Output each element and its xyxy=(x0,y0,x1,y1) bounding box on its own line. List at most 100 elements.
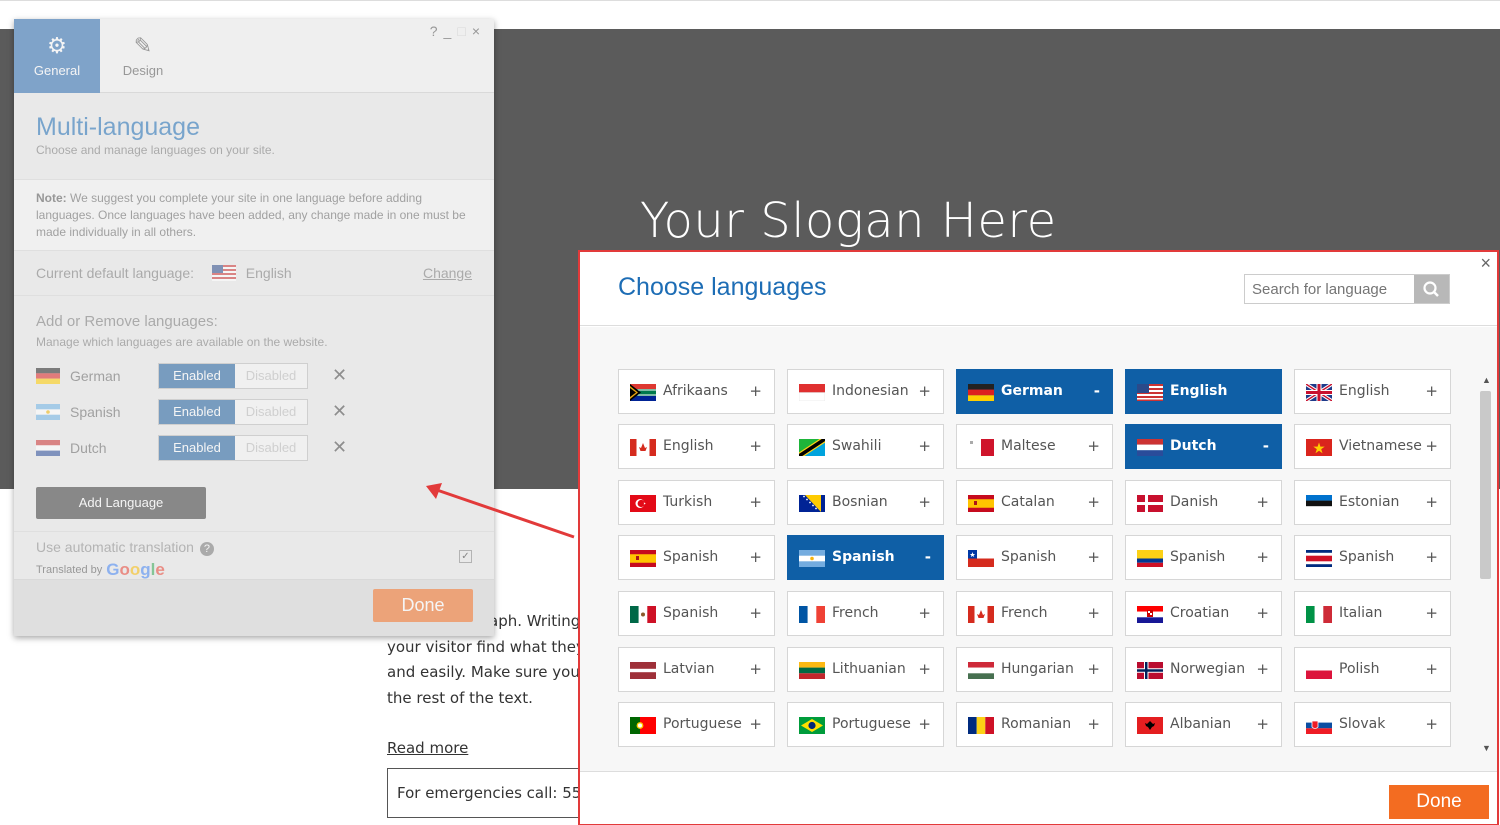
add-language-icon[interactable]: + xyxy=(1087,715,1100,733)
language-card[interactable]: Hungarian + xyxy=(956,647,1113,692)
language-card[interactable]: Estonian + xyxy=(1294,480,1451,525)
add-language-icon[interactable]: + xyxy=(1256,715,1269,733)
search-input[interactable] xyxy=(1245,275,1415,303)
add-language-icon[interactable]: + xyxy=(749,715,762,733)
enable-toggle[interactable]: Enabled Disabled xyxy=(158,399,308,425)
add-language-icon[interactable]: + xyxy=(1425,548,1438,566)
add-language-icon[interactable]: + xyxy=(1087,548,1100,566)
language-card[interactable]: Dutch - xyxy=(1125,424,1282,469)
disabled-option[interactable]: Disabled xyxy=(235,400,307,424)
add-language-icon[interactable]: + xyxy=(1425,437,1438,455)
language-card[interactable]: French + xyxy=(956,591,1113,636)
add-language-icon[interactable]: + xyxy=(1425,604,1438,622)
add-language-icon[interactable]: + xyxy=(1087,437,1100,455)
language-card[interactable]: Latvian + xyxy=(618,647,775,692)
scroll-thumb[interactable] xyxy=(1480,391,1491,579)
add-language-icon[interactable]: + xyxy=(1425,493,1438,511)
tab-general[interactable]: ⚙ General xyxy=(14,19,100,93)
add-language-icon[interactable]: + xyxy=(749,437,762,455)
add-language-icon[interactable]: + xyxy=(1256,604,1269,622)
language-card[interactable]: Spanish - xyxy=(787,535,944,580)
remove-language-icon[interactable]: - xyxy=(1094,382,1100,400)
language-card[interactable]: French + xyxy=(787,591,944,636)
add-language-icon[interactable]: + xyxy=(1425,660,1438,678)
add-language-icon[interactable]: + xyxy=(918,493,931,511)
language-card[interactable]: Norwegian + xyxy=(1125,647,1282,692)
dialog-done-button[interactable]: Done xyxy=(1389,785,1489,819)
enabled-option[interactable]: Enabled xyxy=(159,400,235,424)
enable-toggle[interactable]: Enabled Disabled xyxy=(158,435,308,461)
language-card[interactable]: Indonesian + xyxy=(787,369,944,414)
language-card[interactable]: Spanish + xyxy=(1125,535,1282,580)
enabled-option[interactable]: Enabled xyxy=(159,436,235,460)
language-card[interactable]: Turkish + xyxy=(618,480,775,525)
add-language-icon[interactable]: + xyxy=(749,604,762,622)
language-card[interactable]: Spanish + xyxy=(618,591,775,636)
scrollbar[interactable]: ▲ ▼ xyxy=(1477,375,1494,753)
add-language-icon[interactable]: + xyxy=(918,660,931,678)
add-language-icon[interactable]: + xyxy=(749,382,762,400)
minimize-icon[interactable]: _ xyxy=(444,23,458,39)
disabled-option[interactable]: Disabled xyxy=(235,364,307,388)
add-language-icon[interactable]: + xyxy=(918,715,931,733)
language-card[interactable]: Bosnian + xyxy=(787,480,944,525)
help-icon[interactable]: ? xyxy=(199,542,214,556)
language-card[interactable]: English + xyxy=(618,424,775,469)
scroll-down-icon[interactable]: ▼ xyxy=(1482,743,1491,753)
language-card[interactable]: Maltese + xyxy=(956,424,1113,469)
language-card[interactable]: Albanian + xyxy=(1125,702,1282,747)
scroll-up-icon[interactable]: ▲ xyxy=(1482,375,1491,385)
remove-language-icon[interactable]: - xyxy=(1263,437,1269,455)
language-card[interactable]: Swahili + xyxy=(787,424,944,469)
help-icon[interactable]: ? xyxy=(430,23,444,39)
language-card[interactable]: Catalan + xyxy=(956,480,1113,525)
add-language-icon[interactable]: + xyxy=(1425,382,1438,400)
enabled-option[interactable]: Enabled xyxy=(159,364,235,388)
add-language-icon[interactable]: + xyxy=(749,548,762,566)
add-language-icon[interactable]: + xyxy=(1425,715,1438,733)
language-card[interactable]: Danish + xyxy=(1125,480,1282,525)
add-language-icon[interactable]: + xyxy=(1256,660,1269,678)
add-language-icon[interactable]: + xyxy=(1256,493,1269,511)
maximize-icon[interactable]: □ xyxy=(457,23,471,39)
remove-icon[interactable]: ✕ xyxy=(332,365,347,386)
add-language-button[interactable]: Add Language xyxy=(36,487,206,519)
add-language-icon[interactable]: + xyxy=(1087,660,1100,678)
close-icon[interactable]: × xyxy=(1480,253,1491,274)
language-card[interactable]: Spanish + xyxy=(618,535,775,580)
panel-done-button[interactable]: Done xyxy=(373,589,473,622)
language-card[interactable]: Afrikaans + xyxy=(618,369,775,414)
language-card[interactable]: Portuguese + xyxy=(618,702,775,747)
language-card[interactable]: Portuguese + xyxy=(787,702,944,747)
language-card[interactable]: Polish + xyxy=(1294,647,1451,692)
remove-language-icon[interactable]: - xyxy=(925,548,931,566)
close-icon[interactable]: × xyxy=(472,23,486,39)
remove-icon[interactable]: ✕ xyxy=(332,401,347,422)
search-button[interactable] xyxy=(1414,275,1449,303)
language-card[interactable]: Croatian + xyxy=(1125,591,1282,636)
enable-toggle[interactable]: Enabled Disabled xyxy=(158,363,308,389)
add-language-icon[interactable]: + xyxy=(749,660,762,678)
change-link[interactable]: Change xyxy=(423,265,472,281)
language-card[interactable]: German - xyxy=(956,369,1113,414)
add-language-icon[interactable]: + xyxy=(1087,604,1100,622)
add-language-icon[interactable]: + xyxy=(749,493,762,511)
add-language-icon[interactable]: + xyxy=(918,382,931,400)
remove-icon[interactable]: ✕ xyxy=(332,437,347,458)
auto-translation-checkbox[interactable]: ✓ xyxy=(459,550,472,563)
language-card[interactable]: English xyxy=(1125,369,1282,414)
language-card[interactable]: Slovak + xyxy=(1294,702,1451,747)
language-card[interactable]: Spanish + xyxy=(1294,535,1451,580)
language-card[interactable]: Romanian + xyxy=(956,702,1113,747)
language-card[interactable]: Vietnamese + xyxy=(1294,424,1451,469)
language-card[interactable]: Lithuanian + xyxy=(787,647,944,692)
language-card[interactable]: Spanish + xyxy=(956,535,1113,580)
read-more-link[interactable]: Read more xyxy=(387,739,468,757)
language-card[interactable]: Italian + xyxy=(1294,591,1451,636)
language-card[interactable]: English + xyxy=(1294,369,1451,414)
add-language-icon[interactable]: + xyxy=(918,604,931,622)
tab-design[interactable]: ✎ Design xyxy=(100,19,186,93)
disabled-option[interactable]: Disabled xyxy=(235,436,307,460)
add-language-icon[interactable]: + xyxy=(1087,493,1100,511)
add-language-icon[interactable]: + xyxy=(918,437,931,455)
